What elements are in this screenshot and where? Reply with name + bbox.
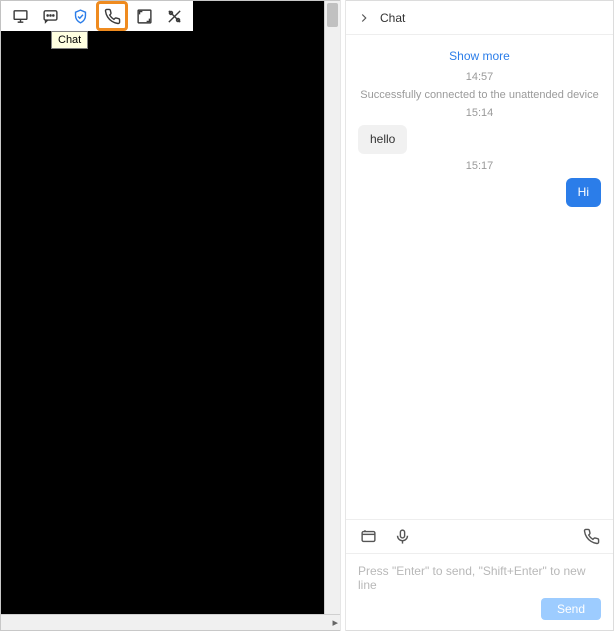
session-toolbar xyxy=(1,1,193,31)
show-more-link[interactable]: Show more xyxy=(358,49,601,63)
chat-bubble-mine: Hi xyxy=(566,178,601,207)
voice-call-icon[interactable] xyxy=(581,527,601,547)
chat-input-area: Send xyxy=(346,553,613,630)
chat-button[interactable] xyxy=(36,3,64,29)
chat-message-list: Show more 14:57 Successfully connected to… xyxy=(346,35,613,519)
chat-back-button[interactable] xyxy=(354,8,374,28)
remote-screen-pane: Chat ▸ xyxy=(0,0,340,631)
send-button[interactable]: Send xyxy=(541,598,601,620)
chat-timestamp: 14:57 xyxy=(358,71,601,83)
remote-vertical-scrollbar[interactable] xyxy=(324,1,340,614)
chat-pane: Chat Show more 14:57 Successfully connect… xyxy=(346,0,614,631)
chat-header: Chat xyxy=(346,1,613,35)
voice-call-button[interactable] xyxy=(96,1,128,31)
voice-message-icon[interactable] xyxy=(392,527,412,547)
toolbar-tooltip: Chat xyxy=(51,31,88,49)
remote-horizontal-scrollbar[interactable]: ▸ xyxy=(1,614,340,630)
chat-tool-row xyxy=(346,519,613,553)
tools-button[interactable] xyxy=(160,3,188,29)
chat-timestamp: 15:17 xyxy=(358,160,601,172)
fullscreen-button[interactable] xyxy=(130,3,158,29)
chat-message-row: Hi xyxy=(358,178,601,207)
chat-message-row: hello xyxy=(358,125,601,154)
chat-system-message: Successfully connected to the unattended… xyxy=(358,89,601,101)
secure-button[interactable] xyxy=(66,3,94,29)
attach-file-icon[interactable] xyxy=(358,527,378,547)
chat-title: Chat xyxy=(380,11,405,25)
chat-bubble-remote: hello xyxy=(358,125,407,154)
chat-input[interactable] xyxy=(358,564,601,590)
chat-timestamp: 15:14 xyxy=(358,107,601,119)
display-settings-button[interactable] xyxy=(6,3,34,29)
